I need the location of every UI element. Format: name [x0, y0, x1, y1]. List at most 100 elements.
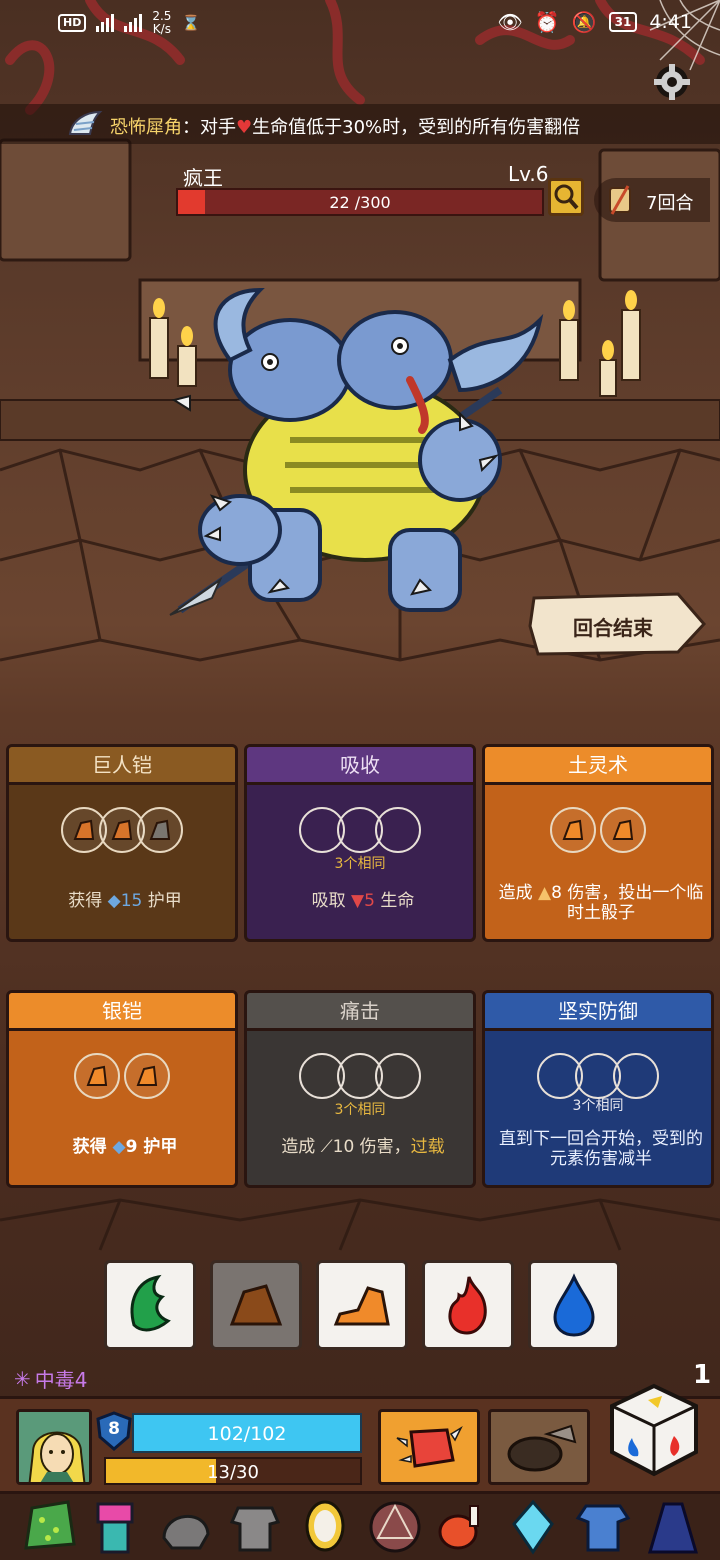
card-desc-pre: 获得 — [68, 891, 103, 911]
skill-fist-button[interactable] — [378, 1409, 480, 1485]
heart-icon: ♥ — [236, 117, 253, 138]
net-speed-unit: K/s — [152, 22, 171, 36]
modifier-prefix: ：对手 — [182, 117, 236, 138]
card-desc-post: 伤害，投出一个临时土骰子 — [567, 883, 704, 923]
skill-rock-button[interactable] — [488, 1409, 590, 1485]
roll-dice-button[interactable] — [604, 1380, 704, 1480]
earth-die-selected[interactable] — [210, 1260, 302, 1350]
enemy-boss-sprite[interactable] — [160, 280, 580, 640]
water-die-icon — [553, 1273, 595, 1337]
poison-status[interactable]: ✳ 中毒4 — [14, 1364, 88, 1393]
card-dice-slots — [485, 1053, 711, 1099]
modifier-desc: 生命值低于30%时，受到的所有伤害翻倍 — [252, 117, 581, 138]
card-earth-spell[interactable]: 土灵术 造成 ▲8 伤害，投出一个临时土骰子 — [482, 744, 714, 942]
fire-die-icon — [448, 1276, 487, 1335]
inspect-enemy-button[interactable] — [548, 178, 584, 216]
player-xp-text: 13/30 — [207, 1462, 259, 1483]
card-desc-pre: 造成 — [281, 1137, 316, 1157]
settings-gear-icon[interactable] — [648, 58, 696, 106]
relic-chainmail-icon[interactable] — [224, 1498, 286, 1556]
earth-slot-icon[interactable] — [600, 807, 646, 853]
earth-slot-icon[interactable] — [137, 807, 183, 853]
enemy-hp-bar: 22 /300 — [176, 188, 544, 216]
earth-die[interactable] — [316, 1260, 408, 1350]
relic-inventory-bar — [0, 1494, 720, 1560]
card-desc-num: 5 — [364, 891, 375, 911]
relic-meat-icon[interactable] — [432, 1498, 494, 1556]
relic-blue-tunic-icon[interactable] — [572, 1498, 634, 1556]
net-speed: 2.5 K/s — [152, 10, 171, 36]
card-giant-armor[interactable]: 巨人铠 获得 ◆15 护甲 — [6, 744, 238, 942]
alarm-icon: ⏰ — [534, 10, 560, 34]
leaf-die[interactable] — [104, 1260, 196, 1350]
card-desc-num: 8 — [551, 883, 562, 903]
card-title: 巨人铠 — [9, 747, 235, 785]
empty-slot[interactable] — [375, 807, 421, 853]
player-hp-text: 102/102 — [207, 1423, 287, 1445]
card-silver-armor[interactable]: 银铠 获得 ◆9 护甲 — [6, 990, 238, 1188]
clock: 4:41 — [649, 11, 692, 33]
player-hp-bar: 102/102 — [132, 1413, 362, 1453]
card-title: 吸收 — [247, 747, 473, 785]
shield-icon: ◆ — [112, 1137, 126, 1157]
earth-slot-icon[interactable] — [550, 807, 596, 853]
relic-mirror-icon[interactable] — [294, 1498, 356, 1556]
card-absorb[interactable]: 吸收 3个相同 吸取 ▼5 生命 — [244, 744, 476, 942]
card-smash[interactable]: 痛击 3个相同 造成 ⟋10 伤害，过载 — [244, 990, 476, 1188]
relic-helmet-icon[interactable] — [154, 1498, 216, 1556]
card-same-requirement: 3个相同 — [334, 1102, 386, 1118]
card-same-requirement: 3个相同 — [572, 1098, 624, 1114]
card-desc-pre: 吸取 — [311, 891, 346, 911]
empty-slot[interactable] — [613, 1053, 659, 1099]
relic-rune-shield-icon[interactable] — [364, 1498, 426, 1556]
card-desc-num: 10 — [332, 1137, 355, 1157]
modifier-text: 恐怖犀角：对手♥生命值低于30%时，受到的所有伤害翻倍 — [110, 113, 580, 139]
shield-icon: ◆ — [107, 891, 121, 911]
card-desc-num: 9 — [125, 1137, 138, 1157]
fang-icon: ▼ — [351, 891, 365, 911]
card-desc: 造成 ⟋10 伤害，过载 — [257, 1137, 469, 1157]
card-solid-defense[interactable]: 坚实防御 3个相同 直到下一回合开始，受到的元素伤害减半 — [482, 990, 714, 1188]
magnifier-icon — [554, 184, 579, 210]
card-desc: 造成 ▲8 伤害，投出一个临时土骰子 — [495, 883, 707, 923]
card-desc: 获得 ◆15 护甲 — [19, 891, 231, 911]
mute-icon: 🔕 — [571, 10, 597, 34]
earth-die-icon — [333, 1286, 390, 1326]
card-same-requirement: 3个相同 — [334, 856, 386, 872]
earth-slot-icon[interactable] — [74, 1053, 120, 1099]
card-title: 银铠 — [9, 993, 235, 1031]
empty-slot[interactable] — [375, 1053, 421, 1099]
turn-counter: 7回合 — [594, 178, 710, 222]
spiked-fist-icon — [396, 1426, 463, 1468]
player-level-badge: 8 — [96, 1411, 132, 1451]
turns-label: 7回合 — [646, 193, 694, 214]
sword-icon: ⟋ — [320, 1137, 333, 1157]
relic-cloak-icon[interactable] — [642, 1498, 704, 1556]
status-bar: HD 2.5 K/s ⌛ 👁 ⏰ 🔕 31 4:41 — [0, 0, 720, 56]
relic-crystal-icon[interactable] — [502, 1498, 564, 1556]
water-die[interactable] — [528, 1260, 620, 1350]
card-dice-slots — [485, 807, 711, 853]
card-desc-overload: 过载 — [410, 1137, 445, 1157]
card-title: 土灵术 — [485, 747, 711, 785]
end-turn-button[interactable]: 回合结束 — [528, 592, 710, 656]
eye-icon: 👁 — [497, 10, 523, 34]
battle-modifier-banner: 恐怖犀角：对手♥生命值低于30%时，受到的所有伤害翻倍 — [0, 104, 720, 144]
relic-totem-icon[interactable] — [84, 1498, 146, 1556]
enemy-level: Lv.6 — [508, 162, 549, 186]
player-avatar[interactable] — [16, 1409, 92, 1485]
rock-crush-icon — [507, 1424, 577, 1472]
relic-moss-stone-icon[interactable] — [18, 1498, 80, 1556]
poison-icon: ✳ — [14, 1366, 31, 1391]
card-title: 坚实防御 — [485, 993, 711, 1031]
status-right: 👁 ⏰ 🔕 31 4:41 — [497, 10, 692, 34]
battery-icon: 31 — [608, 12, 638, 32]
hd-badge: HD — [58, 14, 87, 32]
player-level: 8 — [108, 1419, 120, 1439]
earth-slot-icon[interactable] — [124, 1053, 170, 1099]
sim2-signal-icon — [124, 14, 143, 32]
fire-die[interactable] — [422, 1260, 514, 1350]
card-desc: 直到下一回合开始，受到的元素伤害减半 — [495, 1129, 707, 1169]
elemental-die-icon — [610, 1383, 698, 1477]
scroll-icon — [609, 185, 631, 215]
